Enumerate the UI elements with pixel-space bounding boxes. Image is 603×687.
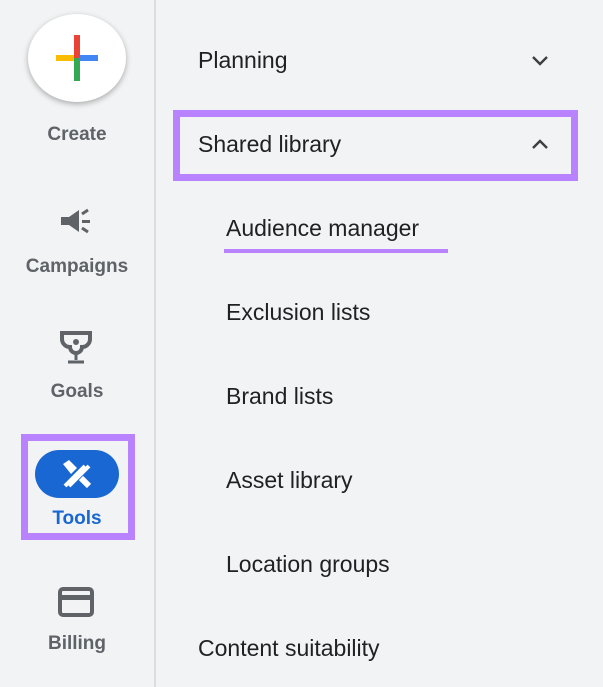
nav-campaigns[interactable]: Campaigns (0, 256, 154, 278)
trophy-icon[interactable] (52, 328, 100, 368)
menu-exclusion-lists[interactable]: Exclusion lists (226, 299, 370, 326)
chevron-down-icon[interactable] (528, 48, 552, 72)
credit-card-icon[interactable] (52, 582, 100, 622)
nav-goals[interactable]: Goals (0, 381, 154, 403)
menu-audience-manager[interactable]: Audience manager (226, 215, 419, 242)
menu-planning[interactable]: Planning (198, 47, 288, 74)
menu-content-suitability[interactable]: Content suitability (198, 635, 380, 662)
create-button[interactable] (28, 14, 126, 102)
menu-location-groups[interactable]: Location groups (226, 551, 390, 578)
audience-manager-underline (224, 249, 448, 253)
tools-icon[interactable] (35, 450, 119, 498)
menu-asset-library[interactable]: Asset library (226, 467, 353, 494)
menu-brand-lists[interactable]: Brand lists (226, 383, 333, 410)
menu-shared-library[interactable]: Shared library (198, 131, 341, 158)
plus-icon (56, 35, 98, 81)
nav-rail: Create Campaigns Goals Tools Billing (0, 0, 156, 687)
campaigns-icon[interactable] (52, 202, 100, 242)
create-label: Create (47, 124, 107, 145)
nav-billing[interactable]: Billing (0, 633, 154, 655)
nav-tools[interactable]: Tools (0, 508, 154, 530)
chevron-up-icon[interactable] (528, 132, 552, 156)
